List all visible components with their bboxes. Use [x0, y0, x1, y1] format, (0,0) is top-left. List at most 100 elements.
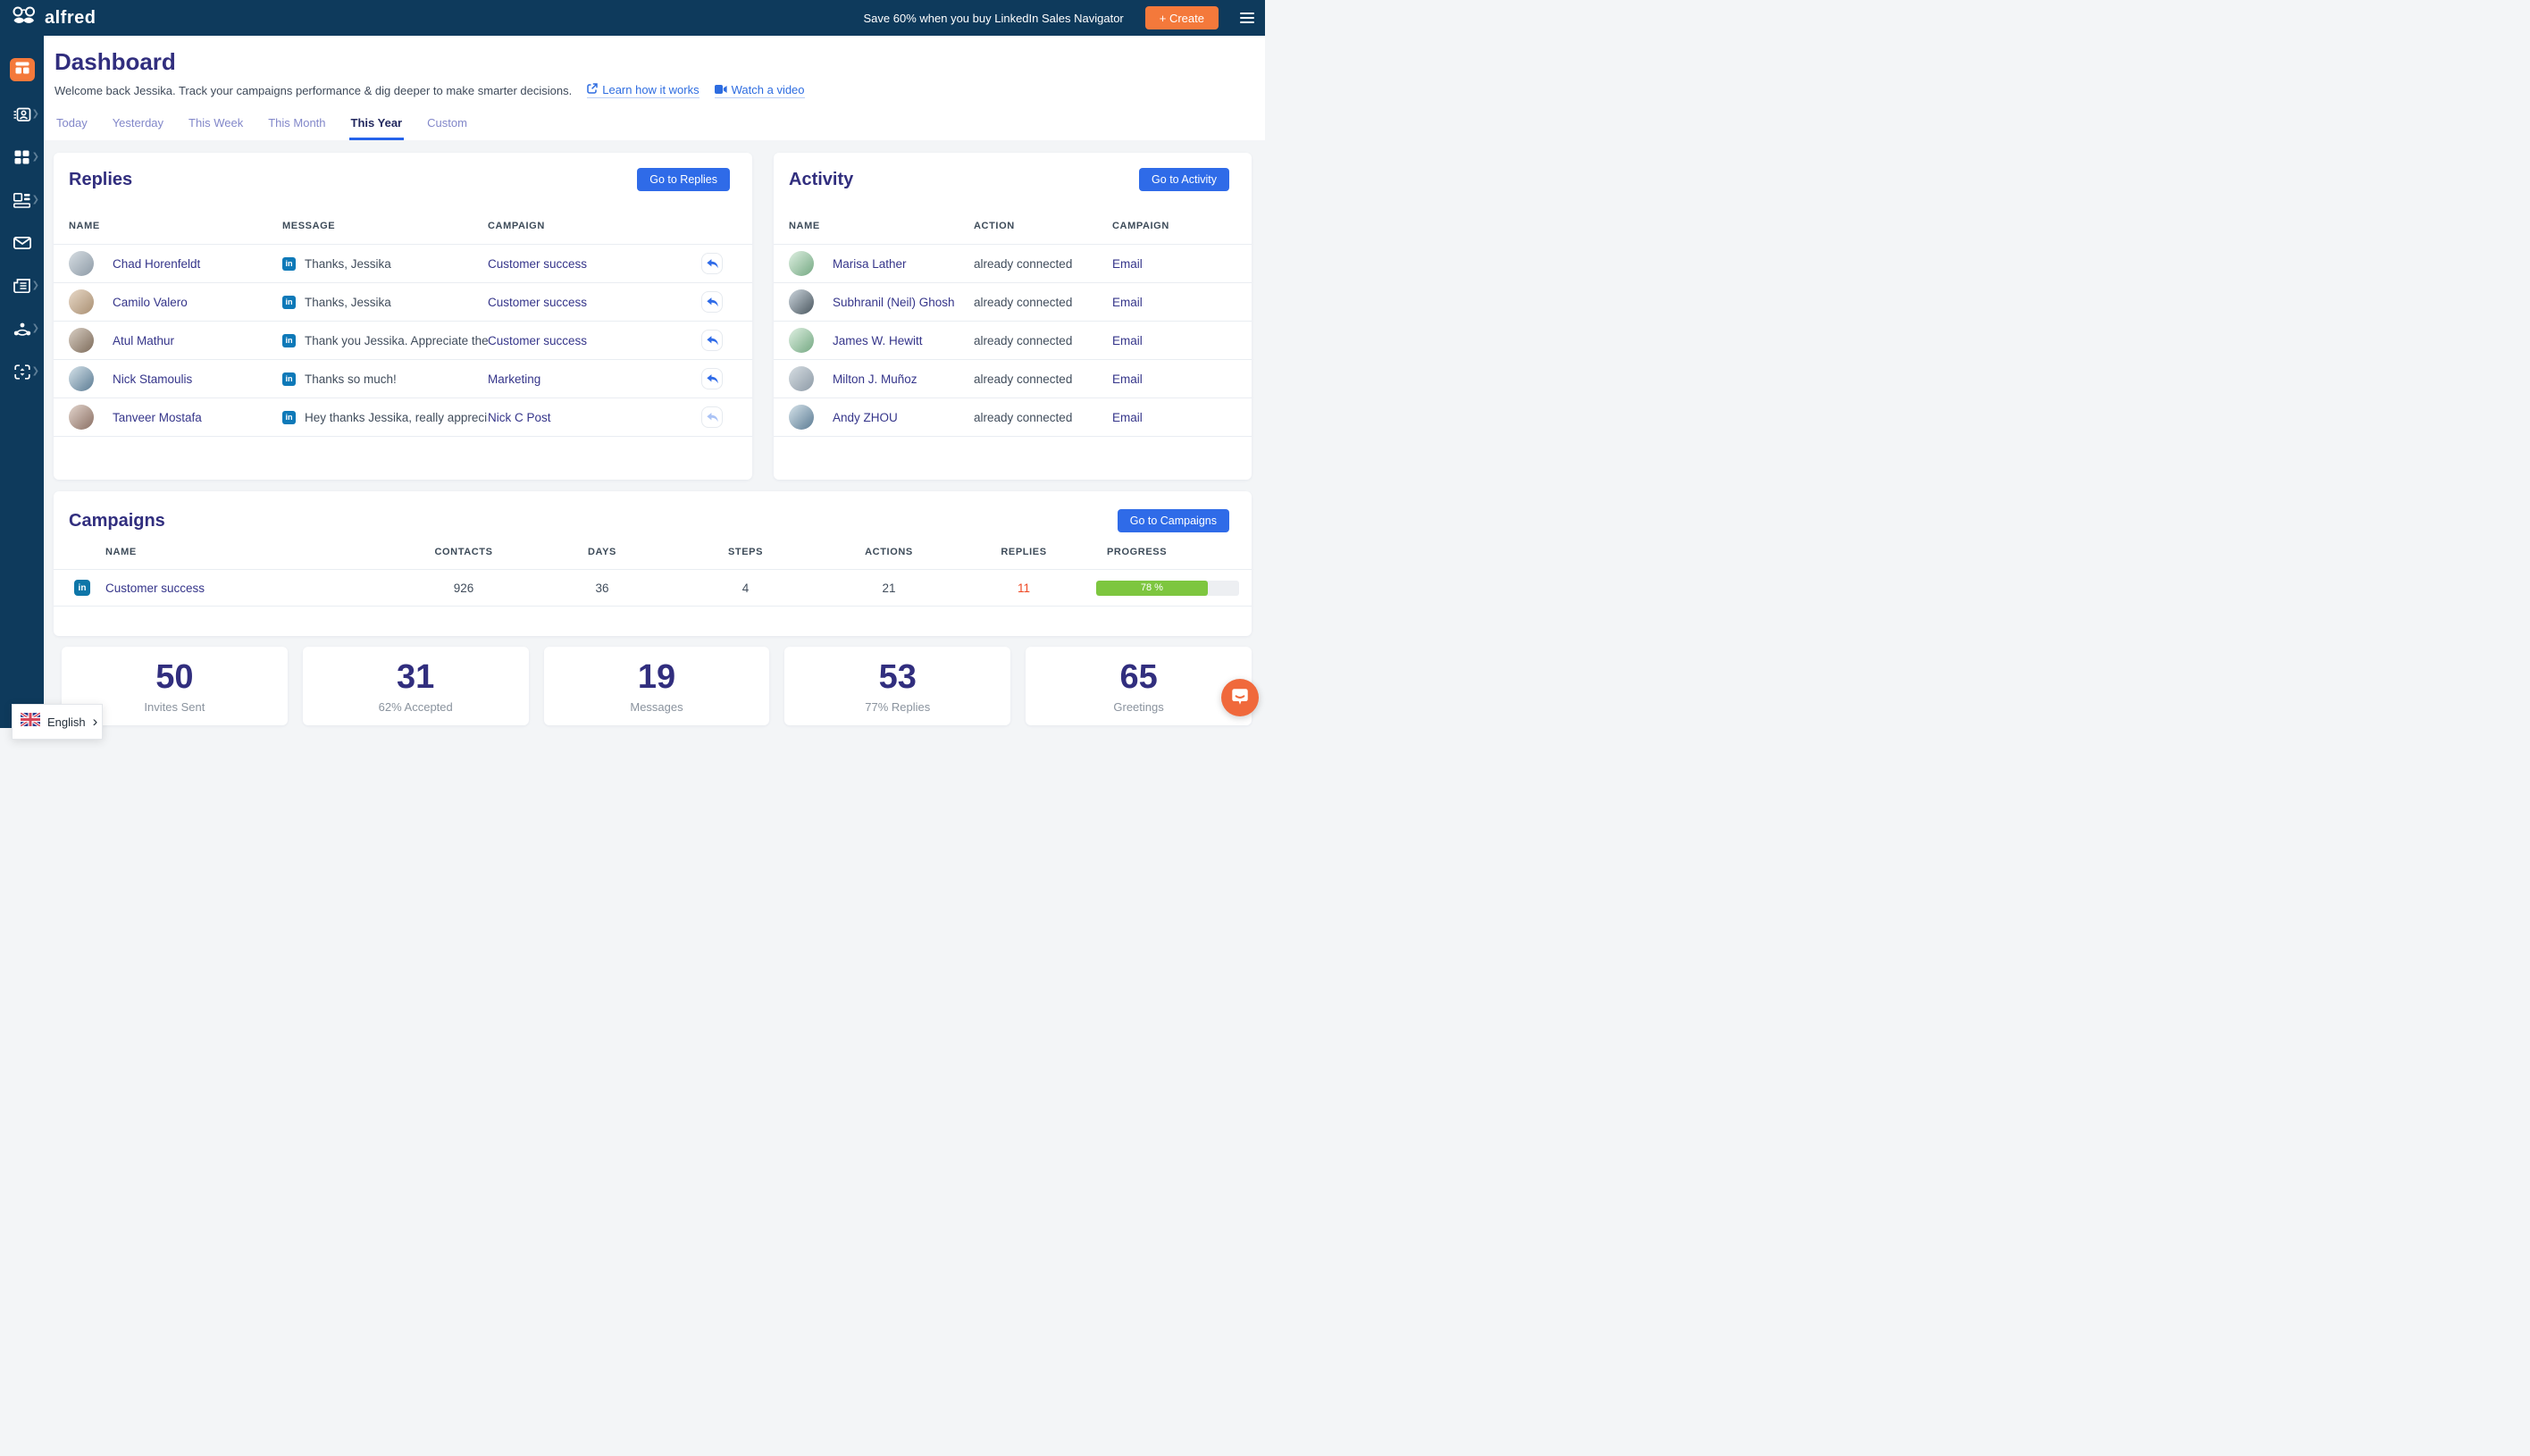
campaigns-card: Campaigns Go to Campaigns NAME CONTACTS …	[54, 491, 1252, 636]
promo-text[interactable]: Save 60% when you buy LinkedIn Sales Nav…	[864, 12, 1124, 25]
linkedin-icon: in	[282, 333, 296, 347]
contact-name-link[interactable]: Andy ZHOU	[833, 411, 974, 424]
table-row[interactable]: Tanveer Mostafa in Hey thanks Jessika, r…	[54, 398, 752, 437]
replies-count: 11	[1017, 581, 1030, 595]
create-button[interactable]: + Create	[1144, 6, 1219, 29]
campaign-link[interactable]: Email	[1112, 372, 1252, 386]
contact-name-link[interactable]: Atul Mathur	[113, 334, 282, 347]
progress-fill: 78 %	[1096, 580, 1208, 596]
menu-icon[interactable]	[1240, 13, 1254, 23]
table-row[interactable]: James W. Hewitt already connected Email	[774, 322, 1252, 360]
chevron-right-icon: ❯	[31, 366, 39, 376]
reply-button[interactable]	[701, 330, 723, 351]
column-actions: ACTIONS	[865, 547, 913, 557]
stat-value: 50	[155, 657, 194, 696]
contact-name-link[interactable]: Subhranil (Neil) Ghosh	[833, 296, 974, 309]
activity-action: already connected	[974, 295, 1073, 309]
table-row[interactable]: Subhranil (Neil) Ghosh already connected…	[774, 283, 1252, 322]
sidebar-item-prospects[interactable]: ❯	[0, 93, 44, 136]
avatar	[789, 328, 814, 353]
reply-button[interactable]	[701, 368, 723, 389]
activity-action: already connected	[974, 372, 1073, 386]
sidebar-item-network[interactable]: ❯	[0, 307, 44, 350]
campaign-link[interactable]: Customer success	[488, 296, 701, 309]
table-row[interactable]: Milton J. Muñoz already connected Email	[774, 360, 1252, 398]
reply-button-disabled[interactable]	[701, 406, 723, 428]
activity-title: Activity	[789, 169, 854, 189]
contact-name-link[interactable]: Tanveer Mostafa	[113, 411, 282, 424]
sidebar-item-templates[interactable]: ❯	[0, 179, 44, 222]
page-header: Dashboard Welcome back Jessika. Track yo…	[44, 36, 1265, 140]
campaign-link[interactable]: Customer success	[488, 334, 701, 347]
campaign-link[interactable]: Marketing	[488, 372, 701, 386]
stat-label: 62% Accepted	[378, 699, 453, 714]
campaign-link[interactable]: Email	[1112, 411, 1252, 424]
avatar	[789, 289, 814, 314]
chevron-right-icon: ❯	[31, 323, 39, 333]
tab-this-week[interactable]: This Week	[187, 116, 245, 140]
activity-action: already connected	[974, 410, 1073, 424]
table-row[interactable]: Chad Horenfeldt in Thanks, Jessika Custo…	[54, 245, 752, 283]
table-row[interactable]: Andy ZHOU already connected Email	[774, 398, 1252, 437]
column-campaign: CAMPAIGN	[1112, 221, 1169, 231]
table-row[interactable]: Marisa Lather already connected Email	[774, 245, 1252, 283]
campaign-link[interactable]: Customer success	[488, 257, 701, 271]
column-days: DAYS	[588, 547, 616, 557]
campaign-link[interactable]: Nick C Post	[488, 411, 701, 424]
table-row[interactable]: in Customer success 926 36 4 21 11 78 %	[54, 570, 1252, 607]
chevron-right-icon: ❯	[31, 152, 39, 162]
reply-message: Thanks so much!	[305, 372, 397, 386]
reply-button[interactable]	[701, 291, 723, 313]
column-name: NAME	[105, 547, 137, 557]
tab-custom[interactable]: Custom	[425, 116, 469, 140]
sidebar-item-integrations[interactable]: ❯	[0, 350, 44, 393]
chat-launcher-button[interactable]	[1221, 679, 1259, 716]
go-to-activity-button[interactable]: Go to Activity	[1139, 168, 1229, 191]
learn-how-link[interactable]: Learn how it works	[587, 83, 700, 98]
contact-name-link[interactable]: Marisa Lather	[833, 257, 974, 271]
table-row[interactable]: Atul Mathur in Thank you Jessika. Apprec…	[54, 322, 752, 360]
stat-card-messages: 19 Messages	[543, 647, 770, 725]
sidebar-item-campaigns[interactable]: ❯	[0, 136, 44, 179]
column-replies: REPLIES	[1001, 547, 1047, 557]
campaign-name-link[interactable]: Customer success	[105, 582, 397, 595]
tab-yesterday[interactable]: Yesterday	[111, 116, 165, 140]
sidebar-item-posts[interactable]: ❯	[0, 264, 44, 307]
campaign-link[interactable]: Email	[1112, 334, 1252, 347]
days-value: 36	[595, 581, 609, 595]
welcome-text: Welcome back Jessika. Track your campaig…	[54, 84, 573, 97]
date-range-tabs: Today Yesterday This Week This Month Thi…	[54, 116, 1251, 140]
go-to-replies-button[interactable]: Go to Replies	[637, 168, 730, 191]
replies-title: Replies	[69, 169, 133, 189]
contact-name-link[interactable]: Nick Stamoulis	[113, 372, 282, 386]
sidebar: ❯ ❯ ❯ ❯ ❯ ❯	[0, 36, 44, 728]
contact-name-link[interactable]: Milton J. Muñoz	[833, 372, 974, 386]
posts-icon	[13, 279, 30, 293]
tab-this-year[interactable]: This Year	[349, 116, 405, 140]
avatar	[69, 251, 94, 276]
replies-card: Replies Go to Replies NAME MESSAGE CAMPA…	[54, 153, 752, 480]
column-progress: PROGRESS	[1107, 547, 1168, 557]
tab-today[interactable]: Today	[54, 116, 89, 140]
network-icon	[13, 322, 31, 337]
brand[interactable]: alfred	[11, 5, 96, 31]
avatar	[69, 328, 94, 353]
contact-name-link[interactable]: James W. Hewitt	[833, 334, 974, 347]
language-selector[interactable]: English ›	[12, 704, 103, 740]
campaign-link[interactable]: Email	[1112, 296, 1252, 309]
go-to-campaigns-button[interactable]: Go to Campaigns	[1117, 509, 1229, 532]
sidebar-item-dashboard[interactable]	[9, 58, 35, 81]
contacts-value: 926	[453, 581, 474, 595]
reply-button[interactable]	[701, 253, 723, 274]
table-row[interactable]: Nick Stamoulis in Thanks so much! Market…	[54, 360, 752, 398]
stat-card-accepted: 31 62% Accepted	[302, 647, 529, 725]
contact-name-link[interactable]: Camilo Valero	[113, 296, 282, 309]
stat-value: 31	[397, 657, 435, 696]
contact-name-link[interactable]: Chad Horenfeldt	[113, 257, 282, 271]
watch-video-link[interactable]: Watch a video	[714, 83, 805, 98]
campaign-link[interactable]: Email	[1112, 257, 1252, 271]
table-row[interactable]: Camilo Valero in Thanks, Jessika Custome…	[54, 283, 752, 322]
tab-this-month[interactable]: This Month	[266, 116, 327, 140]
linkedin-icon: in	[282, 410, 296, 424]
sidebar-item-inbox[interactable]	[0, 222, 44, 264]
